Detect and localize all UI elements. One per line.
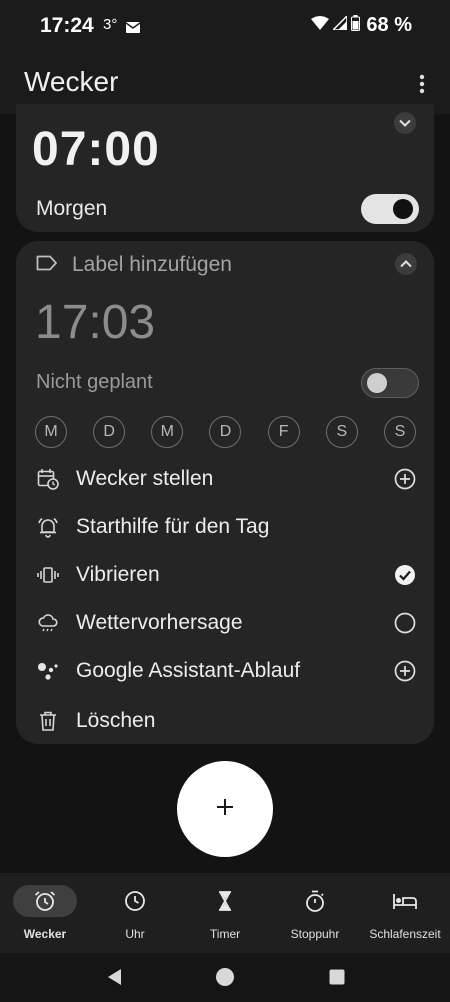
nav-label: Stoppuhr xyxy=(290,927,340,941)
day-wednesday[interactable]: M xyxy=(151,416,184,448)
alarm-time[interactable]: 07:00 xyxy=(32,122,160,177)
add-circle-icon[interactable] xyxy=(394,660,416,682)
system-navigation-bar xyxy=(0,953,450,1002)
day-friday[interactable]: F xyxy=(267,416,300,448)
alarm-label: Morgen xyxy=(36,197,108,220)
add-circle-icon[interactable] xyxy=(394,468,416,490)
toggle-knob xyxy=(367,373,387,393)
option-delete[interactable]: Löschen xyxy=(36,704,416,738)
alarm-card[interactable]: 07:00 Morgen xyxy=(16,104,434,232)
trash-icon xyxy=(36,709,60,733)
home-icon[interactable] xyxy=(215,967,235,987)
battery-icon xyxy=(351,15,361,36)
day-monday[interactable]: M xyxy=(35,416,67,448)
battery-level: 68 % xyxy=(366,14,412,36)
nav-label: Uhr xyxy=(125,927,145,941)
nav-label: Timer xyxy=(209,927,241,941)
weekday-selector: M D M D F S S xyxy=(35,416,416,448)
nav-alarm[interactable]: Wecker xyxy=(0,873,90,953)
label-tag-icon xyxy=(36,255,58,276)
status-temperature: 3° xyxy=(103,16,118,33)
clock-icon xyxy=(103,885,167,917)
alarm-toggle[interactable] xyxy=(361,368,419,398)
vibrate-icon xyxy=(36,563,60,587)
add-alarm-button[interactable] xyxy=(177,761,273,857)
check-circle-icon[interactable] xyxy=(394,564,416,586)
assistant-icon xyxy=(36,659,60,683)
collapse-chevron-up-icon[interactable] xyxy=(395,253,417,275)
option-label: Starthilfe für den Tag xyxy=(76,515,270,538)
add-label-row[interactable]: Label hinzufügen xyxy=(36,253,232,277)
alarm-toggle[interactable] xyxy=(361,194,419,224)
recents-icon[interactable] xyxy=(327,967,347,987)
calendar-clock-icon xyxy=(36,467,60,491)
weather-icon xyxy=(36,611,60,635)
option-label: Wecker stellen xyxy=(76,467,214,490)
stopwatch-icon xyxy=(283,885,347,917)
signal-icon xyxy=(331,14,349,35)
option-google-assistant[interactable]: Google Assistant-Ablauf xyxy=(36,654,416,688)
alarm-schedule: Nicht geplant xyxy=(36,371,153,393)
empty-circle-icon[interactable] xyxy=(394,612,416,634)
option-label: Google Assistant-Ablauf xyxy=(76,659,301,682)
option-vibrate[interactable]: Vibrieren xyxy=(36,558,416,592)
day-saturday[interactable]: S xyxy=(325,416,358,448)
nav-stopwatch[interactable]: Stoppuhr xyxy=(270,873,360,953)
option-label: Wettervorhersage xyxy=(76,611,243,634)
day-tuesday[interactable]: D xyxy=(93,416,126,448)
wifi-icon xyxy=(311,16,330,35)
hourglass-icon xyxy=(193,885,257,917)
option-label: Löschen xyxy=(76,709,156,732)
status-time: 17:24 xyxy=(40,14,94,37)
option-label: Vibrieren xyxy=(76,563,160,586)
alarm-time[interactable]: 17:03 xyxy=(35,295,155,350)
alarm-clock-icon xyxy=(13,885,77,917)
page-title: Wecker xyxy=(24,66,119,97)
plus-icon xyxy=(216,798,234,821)
mail-icon xyxy=(125,20,141,38)
bed-icon xyxy=(373,885,437,917)
more-vert-icon[interactable] xyxy=(408,70,436,98)
day-sunday[interactable]: S xyxy=(383,416,416,448)
day-thursday[interactable]: D xyxy=(209,416,242,448)
nav-label: Wecker xyxy=(23,927,67,941)
back-icon[interactable] xyxy=(104,967,124,987)
nav-clock[interactable]: Uhr xyxy=(90,873,180,953)
status-bar: 17:24 3° 68 % xyxy=(0,0,450,52)
nav-label: Schlafenszeit xyxy=(369,927,441,941)
alarm-bell-icon xyxy=(36,515,60,539)
option-schedule-alarm[interactable]: Wecker stellen xyxy=(36,462,416,496)
toggle-knob xyxy=(393,199,413,219)
option-weather[interactable]: Wettervorhersage xyxy=(36,606,416,640)
nav-bedtime[interactable]: Schlafenszeit xyxy=(360,873,450,953)
nav-timer[interactable]: Timer xyxy=(180,873,270,953)
option-start-the-day[interactable]: Starthilfe für den Tag xyxy=(36,510,416,544)
add-label-text: Label hinzufügen xyxy=(72,253,232,276)
bottom-navigation: Wecker Uhr Timer Stoppuhr Schlafenszeit xyxy=(0,873,450,953)
expand-chevron-down-icon[interactable] xyxy=(394,112,416,134)
alarm-card-expanded[interactable]: Label hinzufügen 17:03 Nicht geplant M D… xyxy=(16,241,434,744)
